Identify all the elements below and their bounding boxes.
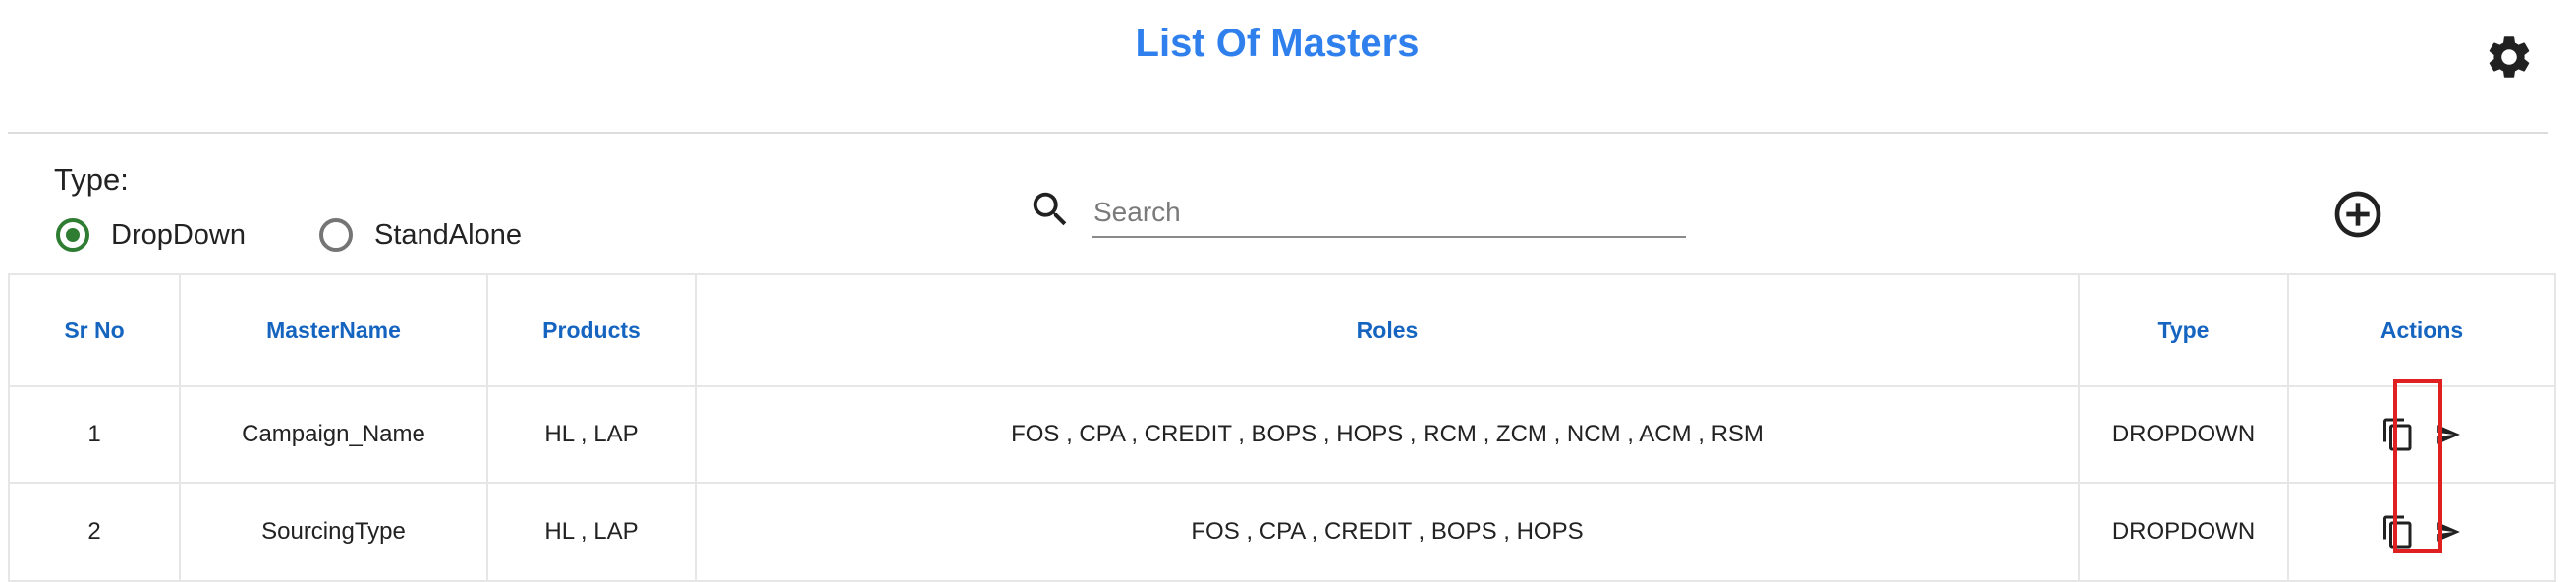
add-circle-icon[interactable] <box>2330 187 2385 242</box>
type-label: Type: <box>54 162 129 197</box>
header-divider <box>8 132 2548 134</box>
copy-icon[interactable] <box>2380 416 2416 453</box>
radio-standalone-label: StandAlone <box>374 218 522 251</box>
cell-products: HL , LAP <box>486 385 697 484</box>
table-row: 2 SourcingType HL , LAP FOS , CPA , CRED… <box>8 482 2556 582</box>
cell-master-name: Campaign_Name <box>179 385 488 484</box>
cell-sr-no: 2 <box>8 482 181 582</box>
col-type[interactable]: Type <box>2078 273 2289 387</box>
radio-dropdown[interactable]: DropDown <box>56 215 246 255</box>
radio-dropdown-label: DropDown <box>111 218 246 251</box>
table-row: 1 Campaign_Name HL , LAP FOS , CPA , CRE… <box>8 385 2556 484</box>
col-roles[interactable]: Roles <box>695 273 2080 387</box>
col-products[interactable]: Products <box>486 273 697 387</box>
cell-products: HL , LAP <box>486 482 697 582</box>
masters-table: Sr No MasterName Products Roles Type Act… <box>8 273 2556 582</box>
cell-actions <box>2287 385 2556 484</box>
radio-selected-icon[interactable] <box>56 218 89 252</box>
table-header-row: Sr No MasterName Products Roles Type Act… <box>8 273 2556 387</box>
radio-unselected-icon[interactable] <box>319 218 353 252</box>
cell-type: DROPDOWN <box>2078 482 2289 582</box>
cell-type: DROPDOWN <box>2078 385 2289 484</box>
col-actions: Actions <box>2287 273 2556 387</box>
radio-standalone[interactable]: StandAlone <box>319 215 522 255</box>
search-icon <box>1033 192 1067 226</box>
col-master-name[interactable]: MasterName <box>179 273 488 387</box>
cell-master-name: SourcingType <box>179 482 488 582</box>
send-icon[interactable] <box>2434 519 2463 545</box>
search-input[interactable] <box>1092 189 1686 238</box>
copy-icon[interactable] <box>2380 513 2416 551</box>
cell-sr-no: 1 <box>8 385 181 484</box>
cell-roles: FOS , CPA , CREDIT , BOPS , HOPS , RCM ,… <box>695 385 2080 484</box>
send-icon[interactable] <box>2434 422 2463 447</box>
cell-actions <box>2287 482 2556 582</box>
col-sr-no[interactable]: Sr No <box>8 273 181 387</box>
gear-icon[interactable] <box>2484 31 2535 83</box>
page-title: List Of Masters <box>1135 22 1420 65</box>
cell-roles: FOS , CPA , CREDIT , BOPS , HOPS <box>695 482 2080 582</box>
